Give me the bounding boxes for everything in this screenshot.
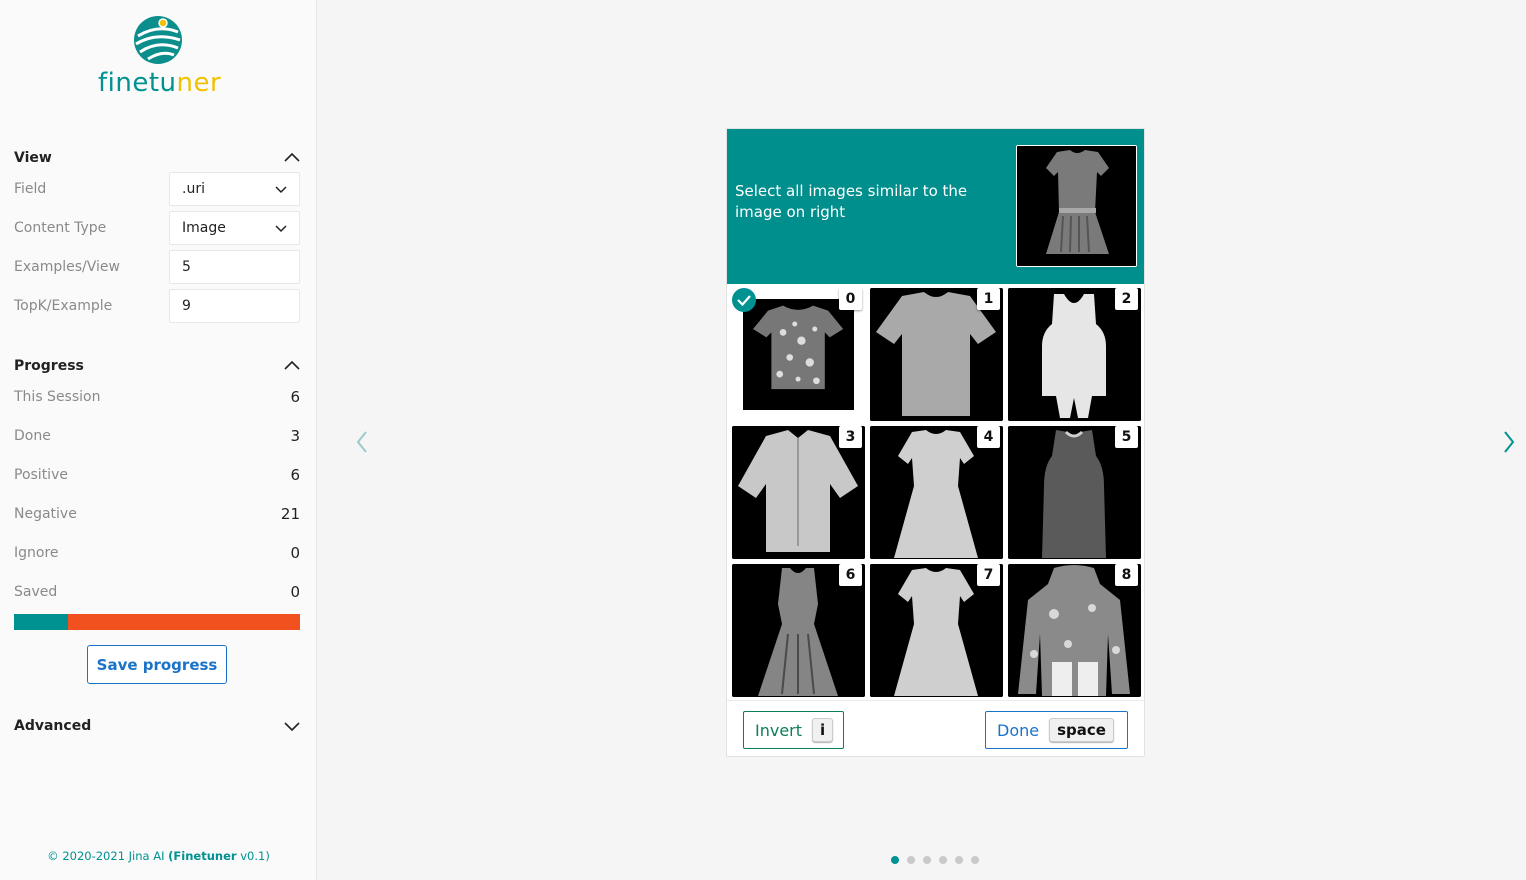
positive-row: Positive 6: [14, 458, 300, 492]
candidate-tile[interactable]: 3: [732, 426, 865, 559]
examples-input-value: 5: [182, 259, 191, 275]
field-row: Field .uri: [14, 172, 300, 206]
ignore-row: Ignore 0: [14, 536, 300, 570]
invert-button[interactable]: Invert i: [743, 711, 844, 749]
candidate-tile[interactable]: 1: [870, 288, 1003, 421]
candidate-tile[interactable]: 5: [1008, 426, 1141, 559]
candidate-tile[interactable]: 0: [732, 288, 865, 421]
footer: © 2020-2021 Jina AI (Finetuner v0.1): [0, 849, 317, 863]
tile-index-badge: 2: [1115, 288, 1138, 310]
field-select[interactable]: .uri: [169, 172, 300, 206]
pagination-dot[interactable]: [939, 856, 947, 864]
topk-input[interactable]: 9: [169, 289, 300, 323]
candidate-tile[interactable]: 7: [870, 564, 1003, 697]
sidebar: finetuner View Field .uri Content Type I…: [0, 0, 317, 880]
positive-value: 6: [290, 466, 300, 484]
negative-value: 21: [280, 505, 300, 523]
next-arrow-icon[interactable]: [1498, 428, 1520, 456]
tile-index-badge: 7: [977, 564, 1000, 586]
pagination-dot[interactable]: [907, 856, 915, 864]
this-session-label: This Session: [14, 389, 101, 405]
content-type-row: Content Type Image: [14, 211, 300, 245]
pagination-dot[interactable]: [891, 856, 899, 864]
chevron-up-icon[interactable]: [283, 357, 301, 375]
field-select-value: .uri: [182, 181, 205, 197]
examples-row: Examples/View 5: [14, 250, 300, 284]
tile-index-badge: 3: [839, 426, 862, 448]
topk-row: TopK/Example 9: [14, 289, 300, 323]
query-image: [1016, 145, 1137, 267]
pagination-dots: [891, 856, 979, 864]
instruction-text: Select all images similar to the image o…: [735, 182, 968, 221]
candidate-tile[interactable]: 4: [870, 426, 1003, 559]
candidate-tile[interactable]: 2: [1008, 288, 1141, 421]
content-type-select-value: Image: [182, 220, 226, 236]
advanced-section-header[interactable]: Advanced: [14, 715, 301, 737]
this-session-row: This Session 6: [14, 380, 300, 414]
chevron-down-icon: [275, 186, 287, 194]
card-header: Select all images similar to the image o…: [727, 129, 1144, 284]
content-type-label: Content Type: [14, 220, 107, 236]
progress-section-header[interactable]: Progress: [14, 355, 301, 377]
topk-label: TopK/Example: [14, 298, 113, 314]
this-session-value: 6: [290, 388, 300, 406]
done-row: Done 3: [14, 419, 300, 453]
pagination-dot[interactable]: [971, 856, 979, 864]
advanced-section-title: Advanced: [14, 718, 92, 734]
card-actions: Invert i Done space: [727, 700, 1144, 756]
invert-label: Invert: [755, 720, 803, 740]
tile-index-badge: 4: [977, 426, 1000, 448]
tile-index-badge: 0: [839, 288, 862, 310]
chevron-up-icon[interactable]: [283, 149, 301, 167]
saved-value: 0: [290, 583, 300, 601]
examples-label: Examples/View: [14, 259, 120, 275]
footer-version: v0.1): [236, 849, 270, 863]
candidate-tile[interactable]: 6: [732, 564, 865, 697]
footer-product: (Finetuner: [168, 849, 237, 863]
garment-image: [743, 299, 854, 410]
label-ratio-bar: [14, 614, 300, 630]
pagination-dot[interactable]: [955, 856, 963, 864]
positive-label: Positive: [14, 467, 68, 483]
finetuner-logo: finetuner: [98, 14, 222, 106]
chevron-down-icon[interactable]: [283, 717, 301, 735]
ignore-label: Ignore: [14, 545, 59, 561]
saved-label: Saved: [14, 584, 58, 600]
done-label: Done: [14, 428, 51, 444]
progress-section-title: Progress: [14, 358, 84, 374]
negative-label: Negative: [14, 506, 77, 522]
selected-check-icon: [732, 288, 756, 312]
examples-input[interactable]: 5: [169, 250, 300, 284]
logo-globe-icon: [134, 16, 182, 64]
candidate-image: [743, 299, 854, 410]
done-label: Done: [997, 720, 1040, 740]
done-value: 3: [290, 427, 300, 445]
done-button[interactable]: Done space: [985, 711, 1128, 749]
field-label: Field: [14, 181, 47, 197]
tile-index-badge: 5: [1115, 426, 1138, 448]
content-type-select[interactable]: Image: [169, 211, 300, 245]
view-section-header[interactable]: View: [14, 147, 301, 169]
negative-row: Negative 21: [14, 497, 300, 531]
candidate-tile[interactable]: 8: [1008, 564, 1141, 697]
chevron-down-icon: [275, 225, 287, 233]
labeling-card: Select all images similar to the image o…: [726, 128, 1145, 757]
label-ratio-positive-fill: [14, 614, 69, 630]
query-dress-image: [1017, 146, 1136, 266]
view-section-title: View: [14, 150, 52, 166]
tile-index-badge: 1: [977, 288, 1000, 310]
pagination-dot[interactable]: [923, 856, 931, 864]
logo-wordmark: finetuner: [98, 68, 222, 98]
save-progress-button[interactable]: Save progress: [87, 645, 227, 684]
tile-index-badge: 8: [1115, 564, 1138, 586]
tile-index-badge: 6: [839, 564, 862, 586]
invert-shortcut-key: i: [812, 718, 834, 742]
previous-arrow-icon[interactable]: [351, 428, 373, 456]
done-shortcut-key: space: [1049, 718, 1114, 742]
saved-row: Saved 0: [14, 575, 300, 609]
ignore-value: 0: [290, 544, 300, 562]
footer-copyright: © 2020-2021 Jina AI: [47, 849, 169, 863]
topk-input-value: 9: [182, 298, 191, 314]
